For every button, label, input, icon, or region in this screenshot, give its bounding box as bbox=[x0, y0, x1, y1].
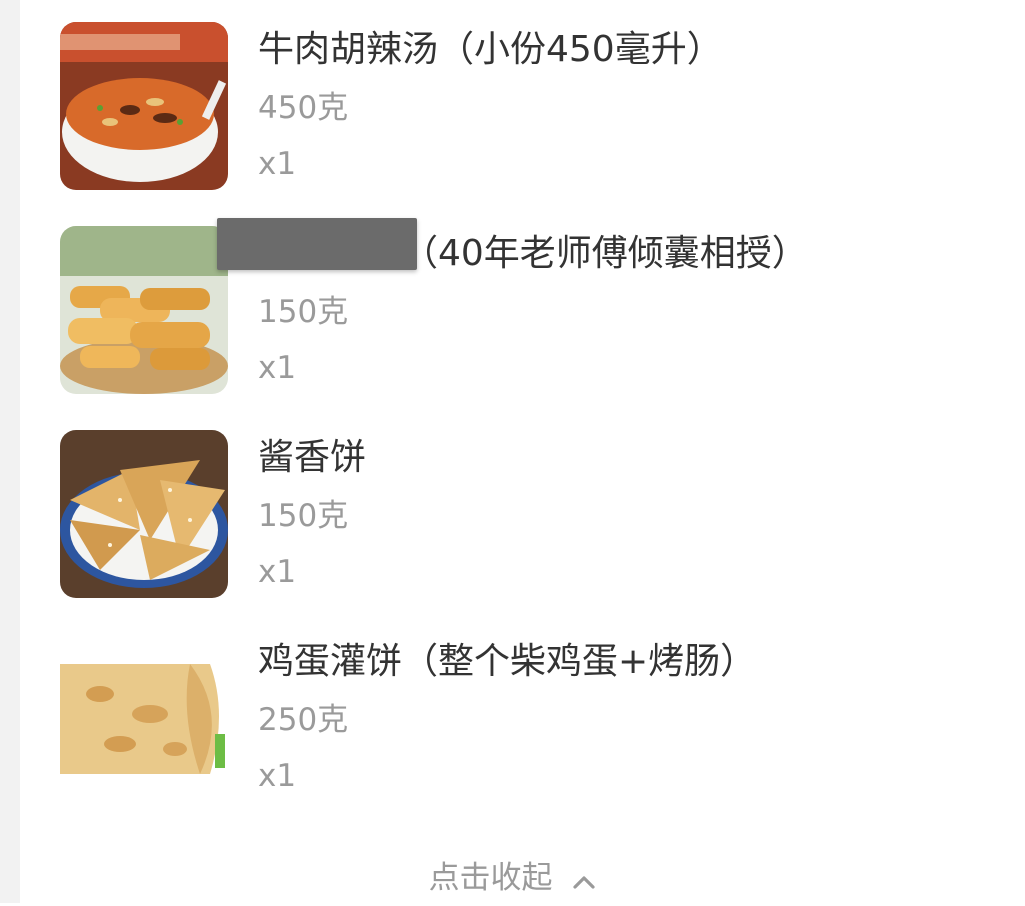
item-weight: 150克 bbox=[258, 294, 349, 330]
chevron-up-icon bbox=[572, 854, 596, 906]
order-item[interactable]: 鸡蛋灌饼（整个柴鸡蛋+烤肠） 250克 x1 bbox=[60, 634, 1020, 838]
order-item[interactable]: 牛肉胡辣汤（小份450毫升） 450克 x1 bbox=[60, 22, 1020, 226]
item-name: 酱香饼 bbox=[258, 437, 367, 478]
fried-dough-image bbox=[60, 226, 228, 394]
item-weight: 450克 bbox=[258, 90, 349, 126]
item-info: 酱香饼 150克 x1 bbox=[258, 430, 366, 600]
item-quantity: x1 bbox=[258, 758, 297, 794]
order-item[interactable]: 特色油馍（40年老师傅倾囊相授） 150克 x1 bbox=[60, 226, 1020, 430]
collapse-button[interactable]: 点击收起 bbox=[0, 852, 1025, 906]
item-name: 牛肉胡辣汤（小份450毫升） bbox=[258, 29, 723, 70]
item-weight: 250克 bbox=[258, 702, 349, 738]
left-edge-strip bbox=[0, 0, 20, 903]
egg-pancake-image bbox=[60, 634, 228, 802]
item-quantity: x1 bbox=[258, 554, 297, 590]
order-item[interactable]: 酱香饼 150克 x1 bbox=[60, 430, 1020, 634]
item-weight: 150克 bbox=[258, 498, 349, 534]
order-item-list: 牛肉胡辣汤（小份450毫升） 450克 x1 特色油馍（40年老师傅倾囊相授） … bbox=[60, 22, 1020, 838]
item-name: 鸡蛋灌饼（整个柴鸡蛋+烤肠） bbox=[258, 641, 757, 682]
sauce-pancake-image bbox=[60, 430, 228, 598]
item-info: 鸡蛋灌饼（整个柴鸡蛋+烤肠） 250克 x1 bbox=[258, 634, 756, 804]
item-quantity: x1 bbox=[258, 350, 297, 386]
collapse-label: 点击收起 bbox=[428, 860, 553, 896]
redaction-box bbox=[217, 218, 417, 270]
hot-soup-image bbox=[60, 22, 228, 190]
item-quantity: x1 bbox=[258, 146, 297, 182]
item-info: 牛肉胡辣汤（小份450毫升） 450克 x1 bbox=[258, 22, 723, 192]
